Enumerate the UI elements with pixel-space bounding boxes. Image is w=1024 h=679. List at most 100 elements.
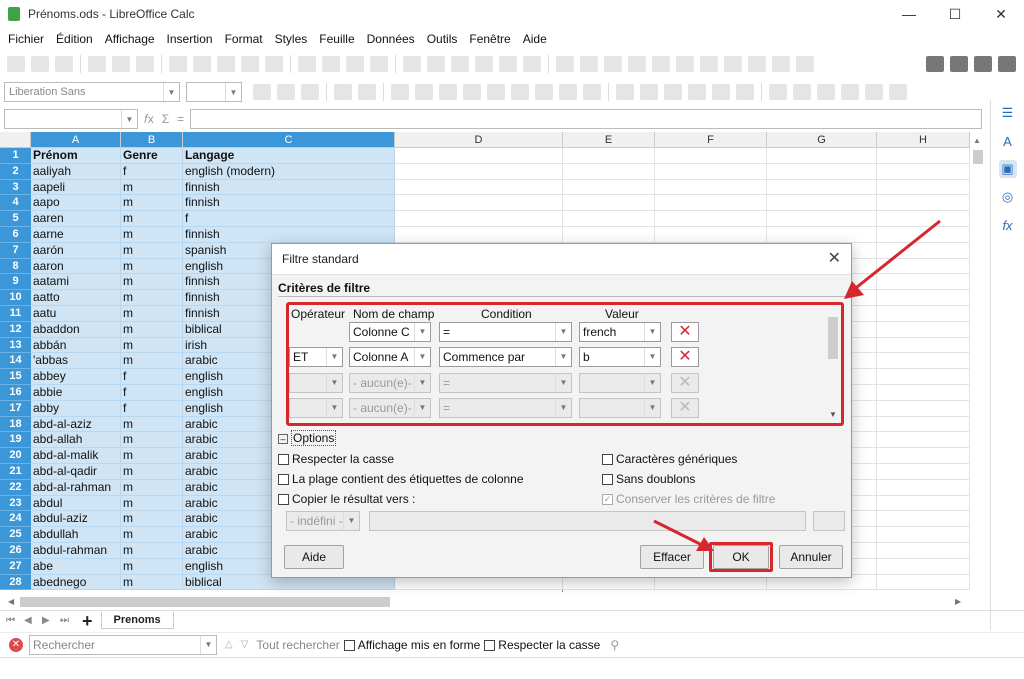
table-cell[interactable]: f bbox=[121, 385, 183, 401]
table-cell[interactable]: aaren bbox=[31, 211, 121, 227]
redo-icon[interactable] bbox=[322, 56, 340, 72]
sort-icon[interactable] bbox=[451, 56, 469, 72]
sort-descending-icon[interactable] bbox=[499, 56, 517, 72]
remove-criterion-4-button[interactable]: ✕ bbox=[671, 398, 699, 418]
table-cell[interactable]: m bbox=[121, 337, 183, 354]
clone-format-icon[interactable] bbox=[241, 56, 259, 72]
date-format-icon[interactable] bbox=[688, 84, 706, 100]
autofilter-icon[interactable] bbox=[523, 56, 541, 72]
row-header[interactable]: 10 bbox=[0, 290, 31, 306]
spellcheck-auto-icon[interactable] bbox=[974, 56, 992, 72]
table-cell[interactable]: m bbox=[121, 353, 183, 370]
menu-fenetre[interactable]: Fenêtre bbox=[463, 28, 516, 50]
table-cell[interactable]: aapeli bbox=[31, 179, 121, 196]
table-cell[interactable]: abbán bbox=[31, 337, 121, 354]
table-cell[interactable]: abbey bbox=[31, 369, 121, 385]
operator-select-4[interactable]: ▼ bbox=[289, 398, 343, 418]
row-header[interactable]: 6 bbox=[0, 227, 31, 243]
row-header[interactable]: 7 bbox=[0, 242, 31, 259]
menu-edition[interactable]: Édition bbox=[50, 28, 99, 50]
export-pdf-icon[interactable] bbox=[88, 56, 106, 72]
condition-select-2[interactable]: Commence par ▼ bbox=[439, 347, 572, 367]
table-cell[interactable]: m bbox=[121, 321, 183, 338]
close-find-icon[interactable]: ✕ bbox=[9, 637, 23, 652]
zoom-search-icon[interactable] bbox=[926, 56, 944, 72]
find-next-icon[interactable]: ▽ bbox=[241, 639, 249, 650]
column-header-e[interactable]: E bbox=[563, 132, 655, 148]
table-cell[interactable]: abd-al-aziz bbox=[31, 416, 121, 433]
row-icon[interactable] bbox=[403, 56, 421, 72]
empty-cell[interactable] bbox=[767, 163, 877, 180]
value-select-3[interactable]: ▼ bbox=[579, 373, 661, 393]
document-search-icon[interactable] bbox=[950, 56, 968, 72]
table-cell[interactable]: abe bbox=[31, 558, 121, 575]
table-cell[interactable]: m bbox=[121, 495, 183, 512]
last-sheet-icon[interactable]: ⏭ bbox=[60, 615, 72, 626]
table-cell[interactable]: abdul bbox=[31, 495, 121, 512]
maximize-button[interactable]: ☐ bbox=[932, 0, 978, 28]
table-cell[interactable]: abaddon bbox=[31, 321, 121, 338]
empty-cell[interactable] bbox=[655, 148, 767, 164]
empty-cell[interactable] bbox=[877, 527, 970, 543]
empty-cell[interactable] bbox=[655, 163, 767, 180]
table-cell[interactable]: abdul-aziz bbox=[31, 511, 121, 528]
empty-cell[interactable] bbox=[877, 385, 970, 401]
row-header[interactable]: 13 bbox=[0, 337, 31, 354]
empty-cell[interactable] bbox=[877, 432, 970, 449]
table-cell[interactable]: m bbox=[121, 274, 183, 291]
align-center-icon[interactable] bbox=[415, 84, 433, 100]
table-cell[interactable]: m bbox=[121, 306, 183, 322]
menu-insertion[interactable]: Insertion bbox=[161, 28, 219, 50]
row-header[interactable]: 5 bbox=[0, 211, 31, 227]
value-select-2[interactable]: b ▼ bbox=[579, 347, 661, 367]
table-cell[interactable]: m bbox=[121, 290, 183, 306]
empty-cell[interactable] bbox=[877, 274, 970, 291]
empty-cell[interactable] bbox=[767, 179, 877, 196]
row-header[interactable]: 21 bbox=[0, 464, 31, 480]
hscroll-thumb[interactable] bbox=[20, 597, 390, 607]
chart-icon[interactable] bbox=[580, 56, 598, 72]
scroll-left-icon[interactable]: ◀ bbox=[8, 597, 14, 606]
shrink-button[interactable] bbox=[813, 511, 845, 531]
menu-styles[interactable]: Styles bbox=[269, 28, 314, 50]
prev-sheet-icon[interactable]: ◀ bbox=[24, 615, 36, 626]
formula-icon[interactable]: = bbox=[177, 112, 184, 126]
paste-icon[interactable] bbox=[217, 56, 235, 72]
table-cell[interactable]: f bbox=[121, 369, 183, 385]
row-header[interactable]: 28 bbox=[0, 574, 31, 591]
print-icon[interactable] bbox=[112, 56, 130, 72]
empty-cell[interactable] bbox=[877, 242, 970, 259]
row-header[interactable]: 9 bbox=[0, 274, 31, 291]
borders-icon[interactable] bbox=[817, 84, 835, 100]
menu-aide[interactable]: Aide bbox=[517, 28, 553, 50]
table-cell[interactable]: f bbox=[183, 211, 395, 227]
align-middle-icon[interactable] bbox=[559, 84, 577, 100]
table-cell[interactable]: aaliyah bbox=[31, 163, 121, 180]
header-cell[interactable]: Langage bbox=[183, 148, 395, 164]
align-bottom-icon[interactable] bbox=[583, 84, 601, 100]
split-window-icon[interactable] bbox=[772, 56, 790, 72]
copy-target-select[interactable]: - indéfini - ▼ bbox=[286, 511, 360, 531]
scroll-right-icon[interactable]: ▶ bbox=[955, 597, 961, 606]
row-header[interactable]: 14 bbox=[0, 353, 31, 370]
formatted-display-checkbox[interactable]: Affichage mis en forme bbox=[343, 638, 480, 652]
table-cell[interactable]: abby bbox=[31, 400, 121, 417]
row-header[interactable]: 15 bbox=[0, 369, 31, 385]
comment-icon[interactable] bbox=[676, 56, 694, 72]
table-cell[interactable]: english (modern) bbox=[183, 163, 395, 180]
column-icon[interactable] bbox=[427, 56, 445, 72]
row-header[interactable]: 3 bbox=[0, 179, 31, 196]
operator-select-3[interactable]: ▼ bbox=[289, 373, 343, 393]
empty-cell[interactable] bbox=[877, 400, 970, 417]
table-cell[interactable]: finnish bbox=[183, 195, 395, 212]
empty-cell[interactable] bbox=[395, 148, 563, 164]
condition-select-4[interactable]: = ▼ bbox=[439, 398, 572, 418]
empty-cell[interactable] bbox=[395, 195, 563, 212]
wrap-text-icon[interactable] bbox=[487, 84, 505, 100]
row-header[interactable]: 17 bbox=[0, 400, 31, 417]
condition-select-3[interactable]: = ▼ bbox=[439, 373, 572, 393]
menu-format[interactable]: Format bbox=[219, 28, 269, 50]
empty-cell[interactable] bbox=[563, 227, 655, 243]
empty-cell[interactable] bbox=[655, 179, 767, 196]
remove-criterion-3-button[interactable]: ✕ bbox=[671, 373, 699, 393]
